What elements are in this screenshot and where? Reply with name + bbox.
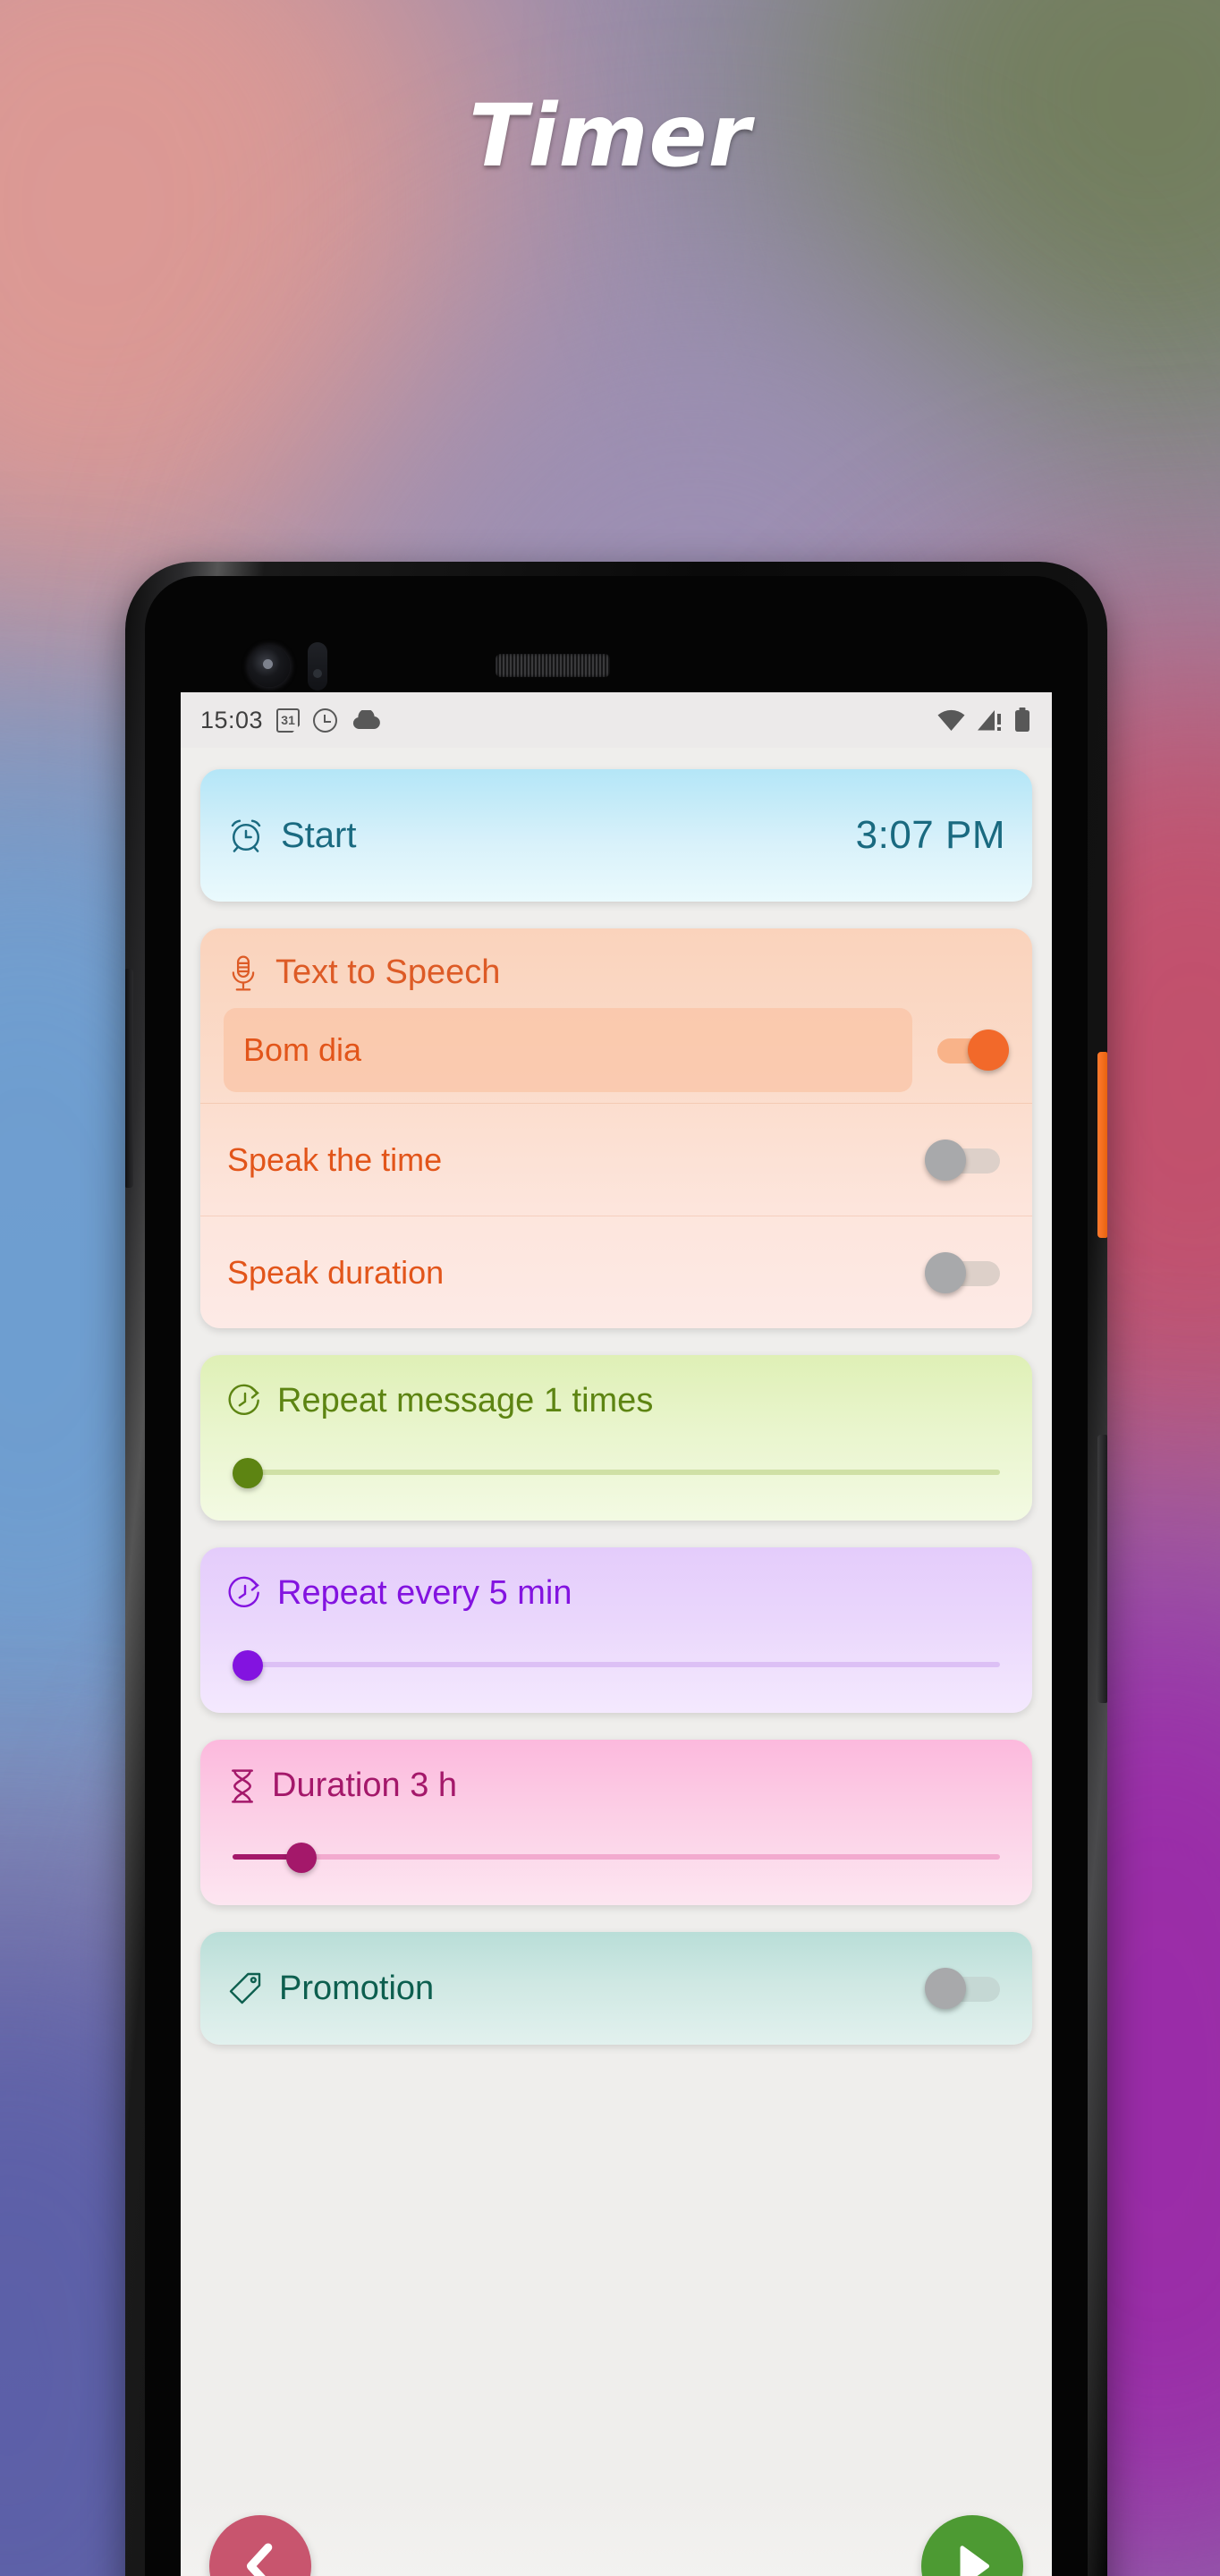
cloud-icon [351, 710, 381, 730]
text-to-speech-card: Text to Speech Bom dia Speak the time Sp… [200, 928, 1032, 1328]
repeat-every-card: Repeat every 5 min [200, 1547, 1032, 1713]
repeat-message-slider[interactable] [233, 1458, 1000, 1488]
status-bar: 15:03 31 [181, 692, 1052, 748]
speak-the-time-toggle[interactable] [925, 1139, 1005, 1181]
hourglass-icon [227, 1768, 258, 1804]
start-time-value[interactable]: 3:07 PM [856, 813, 1005, 858]
tts-message-toggle[interactable] [928, 1030, 1009, 1071]
front-camera-icon [249, 646, 290, 687]
speak-duration-toggle[interactable] [925, 1251, 1005, 1293]
clock-icon [313, 708, 338, 733]
page-title: Timer [469, 86, 751, 186]
microphone-icon [227, 954, 259, 992]
play-button[interactable] [921, 2515, 1023, 2576]
wifi-icon [937, 708, 965, 732]
calendar-day-number: 31 [281, 713, 295, 727]
settings-list: Start 3:07 PM Text to Speech Bom dia Spe… [181, 748, 1052, 2045]
status-bar-time: 15:03 [200, 706, 264, 733]
repeat-message-card: Repeat message 1 times [200, 1355, 1032, 1521]
duration-label: Duration 3 h [272, 1767, 458, 1804]
start-card[interactable]: Start 3:07 PM [200, 769, 1032, 902]
repeat-message-label: Repeat message 1 times [277, 1382, 654, 1419]
volume-button[interactable] [1097, 1435, 1107, 1703]
speak-duration-row[interactable]: Speak duration [200, 1216, 1032, 1328]
clock-rotate-icon [227, 1384, 263, 1419]
power-button[interactable] [1097, 1052, 1107, 1238]
duration-card: Duration 3 h [200, 1740, 1032, 1905]
left-side-button[interactable] [125, 969, 133, 1188]
repeat-every-label: Repeat every 5 min [277, 1574, 572, 1612]
bottom-action-bar [181, 2496, 1052, 2576]
chevron-left-icon [239, 2541, 282, 2576]
calendar-icon: 31 [276, 708, 301, 733]
duration-slider[interactable] [233, 1843, 1000, 1873]
promotion-label: Promotion [279, 1969, 435, 2007]
phone-bezel: 15:03 31 Start 3:07 PM Text to Speech Bo… [145, 576, 1088, 2576]
speak-duration-label: Speak duration [227, 1253, 445, 1291]
earpiece-speaker-icon [496, 654, 610, 677]
phone-screen: 15:03 31 Start 3:07 PM Text to Speech Bo… [181, 692, 1052, 2576]
tag-icon [227, 1970, 263, 2006]
clock-rotate-icon [227, 1576, 263, 1612]
start-label: Start [281, 815, 357, 855]
back-button[interactable] [209, 2515, 311, 2576]
promotion-toggle[interactable] [925, 1968, 1005, 2009]
alarm-clock-icon [227, 817, 265, 854]
text-to-speech-title: Text to Speech [275, 953, 501, 991]
tts-message-input[interactable]: Bom dia [224, 1008, 912, 1092]
play-icon [952, 2543, 993, 2576]
promotion-card[interactable]: Promotion [200, 1932, 1032, 2045]
speak-the-time-label: Speak the time [227, 1140, 443, 1178]
proximity-sensor-icon [308, 642, 327, 691]
speak-the-time-row[interactable]: Speak the time [200, 1103, 1032, 1216]
repeat-every-slider[interactable] [233, 1650, 1000, 1681]
cellular-alert-icon [976, 708, 1004, 732]
phone-mockup: 15:03 31 Start 3:07 PM Text to Speech Bo… [125, 562, 1107, 2576]
battery-icon [1014, 708, 1030, 733]
